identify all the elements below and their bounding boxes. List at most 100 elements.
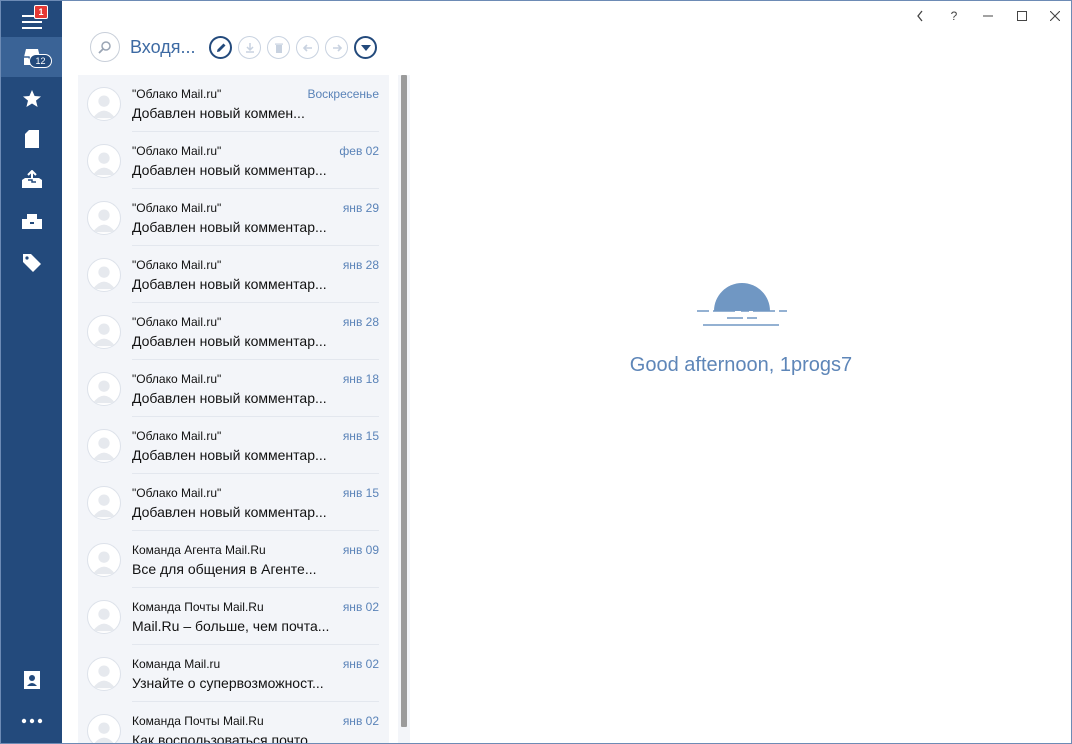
- avatar-placeholder-icon: [92, 494, 116, 518]
- mail-app-window: 1 12 Входя... "Облако Mail.ru" Воскресен…: [0, 0, 1072, 744]
- folder-title[interactable]: Входя...: [130, 37, 195, 58]
- message-date: янв 02: [342, 600, 379, 614]
- message-subject: Добавлен новый комментар...: [132, 333, 327, 349]
- message-list: "Облако Mail.ru" Воскресенье Добавлен новы…: [78, 75, 389, 744]
- message-date: янв 18: [342, 372, 379, 386]
- message-date: янв 29: [342, 201, 379, 215]
- menu-notification-badge: 1: [34, 5, 48, 19]
- message-sender: "Облако Mail.ru": [132, 486, 222, 500]
- message-subject: Добавлен новый комментар...: [132, 390, 327, 406]
- sender-avatar: [87, 372, 121, 406]
- maximize-button[interactable]: [1010, 5, 1034, 27]
- hamburger-menu-button[interactable]: [1, 1, 62, 41]
- tag-icon: [22, 254, 41, 272]
- avatar-placeholder-icon: [92, 95, 116, 119]
- message-list-item[interactable]: "Облако Mail.ru" янв 15 Добавлен новый ком…: [78, 417, 389, 474]
- message-list-item[interactable]: "Облако Mail.ru" янв 18 Добавлен новый ком…: [78, 360, 389, 417]
- download-button[interactable]: [238, 36, 261, 59]
- avatar-placeholder-icon: [92, 152, 116, 176]
- message-subject: Добавлен новый коммен...: [132, 105, 305, 121]
- message-date: янв 28: [342, 315, 379, 329]
- compose-button[interactable]: [209, 36, 232, 59]
- message-list-item[interactable]: Команда Агента Mail.Ru янв 09 Все для обще…: [78, 531, 389, 588]
- window-back-button[interactable]: [908, 5, 932, 27]
- archive-box-icon: [21, 214, 42, 229]
- message-sender: Команда Почты Mail.Ru: [132, 714, 264, 728]
- rail-starred-button[interactable]: [1, 79, 62, 119]
- sunset-illustration-icon: [697, 283, 787, 326]
- message-sender: Команда Почты Mail.Ru: [132, 600, 264, 614]
- address-book-icon: [23, 671, 40, 689]
- close-button[interactable]: [1043, 5, 1067, 27]
- sender-avatar: [87, 714, 121, 743]
- trash-icon: [274, 43, 283, 53]
- rail-more-button[interactable]: [1, 701, 62, 741]
- avatar-placeholder-icon: [92, 209, 116, 233]
- sender-avatar: [87, 657, 121, 691]
- rail-sent-button[interactable]: [1, 160, 62, 200]
- message-sender: Команда Mail.ru: [132, 657, 221, 671]
- minimize-button[interactable]: [976, 5, 1000, 27]
- message-list-item[interactable]: Команда Mail.ru янв 02 Узнайте о супервозм…: [78, 645, 389, 702]
- message-date: янв 28: [342, 258, 379, 272]
- rail-archive-button[interactable]: [1, 201, 62, 241]
- message-list-item[interactable]: "Облако Mail.ru" фев 02 Добавлен новый ком…: [78, 132, 389, 189]
- close-icon: [1050, 11, 1060, 21]
- message-sender: "Облако Mail.ru": [132, 144, 222, 158]
- outbox-tray-icon: [21, 170, 42, 188]
- message-subject: Как воспользоваться почто...: [132, 732, 320, 744]
- arrow-right-icon: [332, 43, 342, 52]
- search-button[interactable]: [90, 32, 120, 62]
- avatar-placeholder-icon: [92, 665, 116, 689]
- avatar-placeholder-icon: [92, 323, 116, 347]
- message-list-item[interactable]: Команда Почты Mail.Ru янв 02 Mail.Ru – бол…: [78, 588, 389, 645]
- message-subject: Добавлен новый комментар...: [132, 162, 327, 178]
- forward-button[interactable]: [325, 36, 348, 59]
- message-list-item[interactable]: "Облако Mail.ru" янв 15 Добавлен новый ком…: [78, 474, 389, 531]
- message-sender: "Облако Mail.ru": [132, 258, 222, 272]
- chevron-down-icon: [360, 44, 371, 51]
- sender-avatar: [87, 429, 121, 463]
- message-list-item[interactable]: "Облако Mail.ru" янв 28 Добавлен новый ком…: [78, 246, 389, 303]
- message-list-toolbar: Входя...: [62, 29, 407, 69]
- rail-contacts-button[interactable]: [1, 660, 62, 700]
- reply-button[interactable]: [296, 36, 319, 59]
- left-nav-rail: 1 12: [1, 1, 62, 743]
- message-list-item[interactable]: Команда Почты Mail.Ru янв 02 Как воспользо…: [78, 702, 389, 744]
- chevron-left-icon: [917, 10, 923, 22]
- more-actions-dropdown[interactable]: [354, 36, 377, 59]
- rail-tags-button[interactable]: [1, 243, 62, 283]
- minimize-icon: [983, 15, 993, 17]
- sender-avatar: [87, 144, 121, 178]
- sender-avatar: [87, 486, 121, 520]
- message-list-item[interactable]: "Облако Mail.ru" янв 29 Добавлен новый ком…: [78, 189, 389, 246]
- message-date: фев 02: [339, 144, 379, 158]
- delete-button[interactable]: [267, 36, 290, 59]
- avatar-placeholder-icon: [92, 608, 116, 632]
- message-sender: Команда Агента Mail.Ru: [132, 543, 266, 557]
- message-subject: Добавлен новый комментар...: [132, 276, 327, 292]
- message-date: Воскресенье: [307, 87, 379, 101]
- message-subject: Добавлен новый комментар...: [132, 219, 327, 235]
- sender-avatar: [87, 315, 121, 349]
- message-list-item[interactable]: "Облако Mail.ru" янв 28 Добавлен новый ком…: [78, 303, 389, 360]
- search-icon: [98, 41, 111, 54]
- message-date: янв 09: [342, 543, 379, 557]
- rail-drafts-button[interactable]: [1, 119, 62, 159]
- sender-avatar: [87, 258, 121, 292]
- download-icon: [245, 42, 254, 53]
- inbox-unread-count: 12: [29, 54, 52, 68]
- message-subject: Все для общения в Агенте...: [132, 561, 317, 577]
- avatar-placeholder-icon: [92, 266, 116, 290]
- message-list-scrollbar[interactable]: [401, 75, 407, 727]
- message-subject: Mail.Ru – больше, чем почта...: [132, 618, 330, 634]
- message-subject: Добавлен новый комментар...: [132, 447, 327, 463]
- message-sender: "Облако Mail.ru": [132, 315, 222, 329]
- maximize-icon: [1017, 11, 1027, 21]
- sender-avatar: [87, 600, 121, 634]
- greeting-text: Good afternoon, 1progs7: [629, 354, 853, 376]
- document-icon: [24, 130, 39, 148]
- message-list-item[interactable]: "Облако Mail.ru" Воскресенье Добавлен новы…: [78, 75, 389, 132]
- message-date: янв 15: [342, 429, 379, 443]
- help-button[interactable]: ?: [942, 5, 966, 27]
